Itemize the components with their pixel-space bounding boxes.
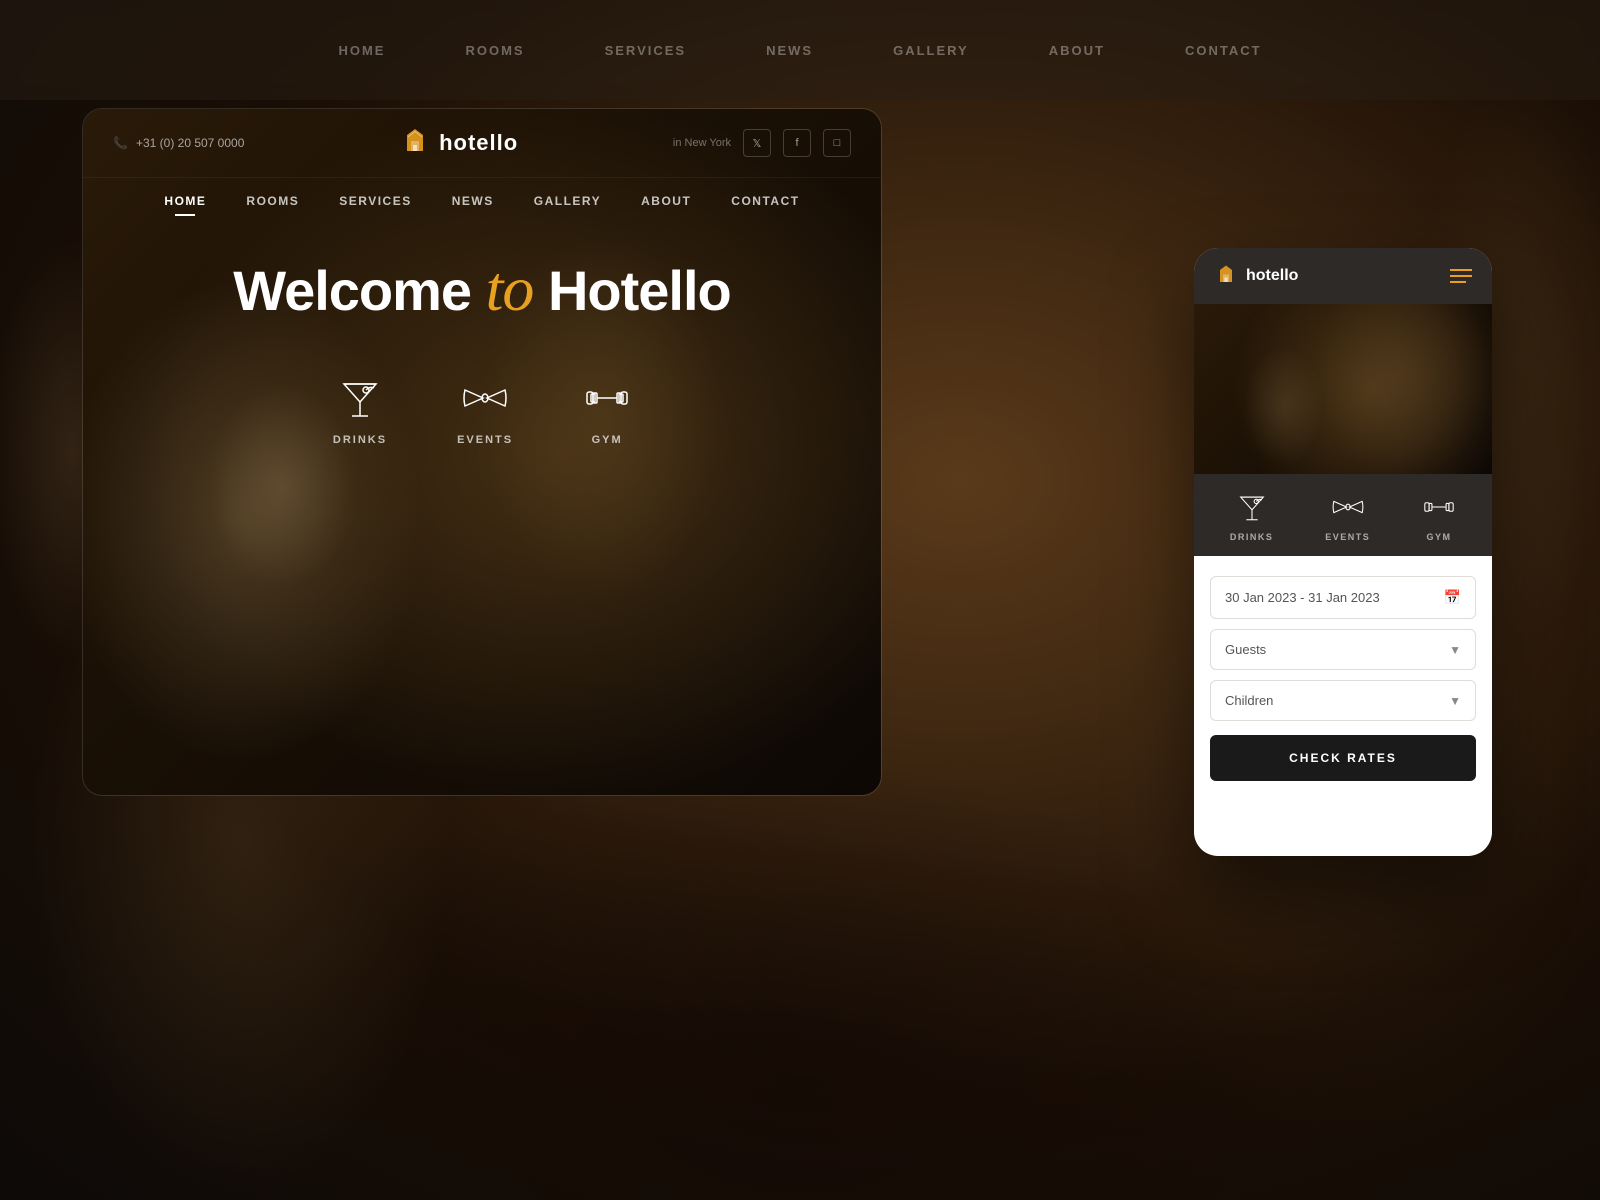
feature-events[interactable]: EVENTS — [457, 374, 513, 446]
blur-nav-rooms[interactable]: ROOMS — [465, 43, 524, 58]
calendar-icon: 📅 — [1444, 589, 1461, 606]
blur-nav-news[interactable]: NEWS — [766, 43, 813, 58]
feature-drinks[interactable]: DRINKS — [333, 374, 387, 446]
nav-rooms[interactable]: ROOMS — [246, 194, 299, 208]
mobile-card: hotello DRINKS — [1194, 248, 1492, 856]
drinks-label: DRINKS — [333, 434, 387, 446]
nav-gallery[interactable]: GALLERY — [534, 194, 601, 208]
facebook-link[interactable]: f — [783, 129, 811, 157]
hero-title: Welcome to Hotello — [233, 254, 731, 324]
guests-chevron-icon: ▼ — [1449, 643, 1461, 657]
date-range-field[interactable]: 30 Jan 2023 - 31 Jan 2023 📅 — [1210, 576, 1476, 619]
guests-field[interactable]: Guests ▼ — [1210, 629, 1476, 670]
mobile-cocktail-icon — [1235, 490, 1269, 524]
date-range-value: 30 Jan 2023 - 31 Jan 2023 — [1225, 590, 1380, 605]
bowtie-icon — [461, 374, 509, 422]
nav-services[interactable]: SERVICES — [339, 194, 411, 208]
phone-icon: 📞 — [113, 136, 128, 150]
cocktail-icon — [336, 374, 384, 422]
desktop-card: 📞 +31 (0) 20 507 0000 hotello in New Yor… — [82, 108, 882, 796]
mobile-feature-events[interactable]: EVENTS — [1325, 490, 1370, 542]
social-links: in New York 𝕏 f □ — [673, 129, 851, 157]
blur-nav-contact[interactable]: CONTACT — [1185, 43, 1262, 58]
hamburger-menu[interactable] — [1450, 269, 1472, 283]
events-label: EVENTS — [457, 434, 513, 446]
nav-contact[interactable]: CONTACT — [731, 194, 799, 208]
nav-home[interactable]: HOME — [164, 194, 206, 208]
mobile-brand-name: hotello — [1246, 267, 1298, 285]
mobile-hero-photo — [1194, 304, 1492, 474]
mobile-gym-label: GYM — [1427, 532, 1452, 542]
children-label: Children — [1225, 693, 1273, 708]
hero-brand: Hotello — [533, 259, 730, 322]
gym-label: GYM — [592, 434, 623, 446]
instagram-link[interactable]: □ — [823, 129, 851, 157]
feature-gym[interactable]: GYM — [583, 374, 631, 446]
nav-about[interactable]: ABOUT — [641, 194, 691, 208]
blur-nav-home[interactable]: HOME — [338, 43, 385, 58]
guests-label: Guests — [1225, 642, 1266, 657]
hero-section: Welcome to Hotello — [83, 224, 881, 324]
mobile-header: hotello — [1194, 248, 1492, 304]
mobile-drinks-label: DRINKS — [1230, 532, 1274, 542]
feature-icons: DRINKS EVENTS GYM — [83, 324, 881, 466]
check-rates-button[interactable]: CHECK RATES — [1210, 735, 1476, 781]
brand-name-desktop: hotello — [439, 130, 518, 156]
nav-news[interactable]: NEWS — [452, 194, 494, 208]
desktop-logo[interactable]: hotello — [399, 127, 518, 159]
top-nav-blur: HOME ROOMS SERVICES NEWS GALLERY ABOUT C… — [0, 0, 1600, 100]
mobile-logo-icon — [1214, 264, 1238, 288]
booking-form: 30 Jan 2023 - 31 Jan 2023 📅 Guests ▼ Chi… — [1194, 556, 1492, 801]
hero-script: to — [486, 253, 534, 324]
children-chevron-icon: ▼ — [1449, 694, 1461, 708]
dumbbell-icon — [583, 374, 631, 422]
mobile-bowtie-icon — [1331, 490, 1365, 524]
desktop-header: 📞 +31 (0) 20 507 0000 hotello in New Yor… — [83, 109, 881, 178]
mobile-feature-icons: DRINKS EVENTS GYM — [1194, 474, 1492, 556]
twitter-link[interactable]: 𝕏 — [743, 129, 771, 157]
logo-icon — [399, 127, 431, 159]
blur-nav-gallery[interactable]: GALLERY — [893, 43, 969, 58]
children-field[interactable]: Children ▼ — [1210, 680, 1476, 721]
blur-nav-services[interactable]: SERVICES — [605, 43, 687, 58]
phone-info: 📞 +31 (0) 20 507 0000 — [113, 136, 244, 150]
mobile-feature-gym[interactable]: GYM — [1422, 490, 1456, 542]
mobile-dumbbell-icon — [1422, 490, 1456, 524]
mobile-events-label: EVENTS — [1325, 532, 1370, 542]
mobile-feature-drinks[interactable]: DRINKS — [1230, 490, 1274, 542]
phone-number: +31 (0) 20 507 0000 — [136, 136, 244, 150]
location-text: in New York — [673, 137, 731, 149]
desktop-nav: HOME ROOMS SERVICES NEWS GALLERY ABOUT C… — [83, 178, 881, 224]
hero-welcome: Welcome — [233, 259, 485, 322]
blur-nav-about[interactable]: ABOUT — [1049, 43, 1105, 58]
mobile-logo[interactable]: hotello — [1214, 264, 1298, 288]
